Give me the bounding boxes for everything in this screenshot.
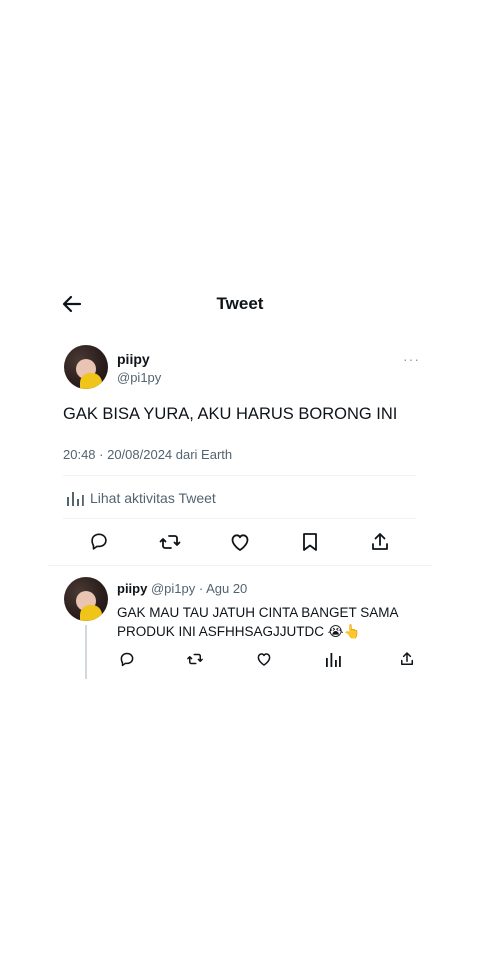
tweet-action-bar <box>88 530 392 554</box>
share-icon <box>372 533 388 550</box>
analytics-icon <box>326 653 341 667</box>
analytics-label: Lihat aktivitas Tweet <box>90 490 216 506</box>
divider <box>63 518 416 519</box>
reply-icon <box>91 533 107 550</box>
reply-avatar[interactable] <box>64 577 108 621</box>
reply-handle-time: @pi1py · Agu 20 <box>150 581 248 596</box>
reply-analytics-button[interactable] <box>324 650 342 668</box>
reply-button[interactable] <box>88 530 112 554</box>
like-icon <box>257 653 271 666</box>
reply-display-name[interactable]: piipy <box>117 581 147 596</box>
share-button[interactable] <box>368 530 392 554</box>
reply-icon <box>120 652 134 667</box>
author-handle[interactable]: @pi1py <box>117 370 161 385</box>
share-icon <box>401 652 413 665</box>
reply-reply-button[interactable] <box>118 650 136 668</box>
reply-retweet-button[interactable] <box>186 650 204 668</box>
retweet-button[interactable] <box>158 530 182 554</box>
bookmark-button[interactable] <box>298 530 322 554</box>
tweet-timestamp: 20:48 · 20/08/2024 dari Earth <box>63 447 233 462</box>
view-analytics-link[interactable]: Lihat aktivitas Tweet <box>66 488 216 508</box>
page-title: Tweet <box>216 294 264 313</box>
reply-share-button[interactable] <box>398 650 416 668</box>
more-options-icon[interactable]: ··· <box>403 351 420 367</box>
avatar[interactable] <box>64 345 108 389</box>
like-button[interactable] <box>228 530 252 554</box>
reply-header: piipy @pi1py · Agu 20 <box>117 581 247 596</box>
like-icon <box>231 534 249 551</box>
reply-text: GAK MAU TAU JATUH CINTA BANGET SAMA PROD… <box>117 605 398 639</box>
retweet-icon <box>187 653 203 665</box>
divider <box>63 475 416 476</box>
thread-connector <box>85 625 87 679</box>
reply-action-bar <box>118 650 418 668</box>
retweet-icon <box>159 535 181 549</box>
author-display-name[interactable]: piipy <box>117 351 150 367</box>
tweet-text: GAK BISA YURA, AKU HARUS BORONG INI <box>63 405 398 423</box>
analytics-icon <box>67 492 84 506</box>
divider <box>48 565 432 566</box>
top-bar: Tweet <box>0 284 480 324</box>
tweet-detail-screen: Tweet piipy @pi1py ··· GAK BISA YURA, AK… <box>0 0 480 960</box>
reply-like-button[interactable] <box>255 650 273 668</box>
bookmark-icon <box>303 533 317 551</box>
